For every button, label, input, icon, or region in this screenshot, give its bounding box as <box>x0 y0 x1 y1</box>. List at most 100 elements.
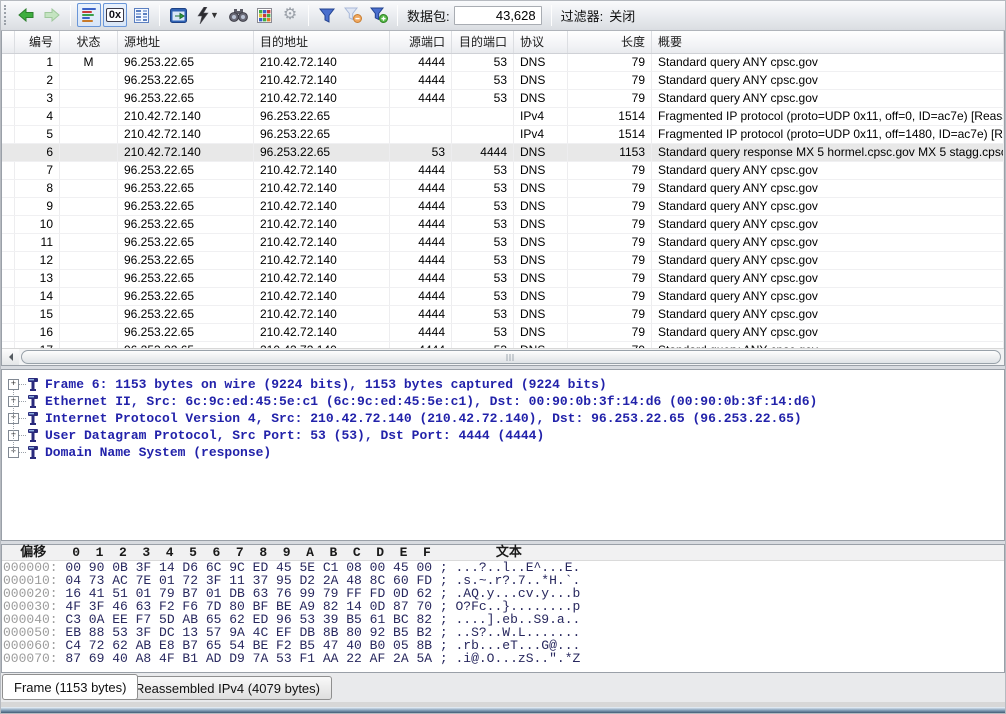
cell-status <box>60 180 118 198</box>
expand-plus-icon[interactable]: + <box>8 379 19 390</box>
cell-status: M <box>60 54 118 72</box>
hex-dump-pane: 偏移 0123456789ABCDEF文本 000000:00 90 0B 3F… <box>1 544 1005 673</box>
toolbar-separator <box>159 5 160 26</box>
tree-item[interactable]: + Domain Name System (response) <box>8 444 1004 461</box>
tree-item[interactable]: + Ethernet II, Src: 6c:9c:ed:45:5e:c1 (6… <box>8 393 1004 410</box>
column-header[interactable]: 源地址 <box>118 31 254 53</box>
tree-connector <box>19 418 26 419</box>
packet-row[interactable]: 1 M 96.253.22.65 210.42.72.140 4444 53 D… <box>2 54 1004 72</box>
tree-item-label: Ethernet II, Src: 6c:9c:ed:45:5e:c1 (6c:… <box>45 394 817 409</box>
packet-row[interactable]: 10 96.253.22.65 210.42.72.140 4444 53 DN… <box>2 216 1004 234</box>
hex-view-toggle[interactable]: 0x <box>103 3 127 27</box>
packet-row[interactable]: 2 96.253.22.65 210.42.72.140 4444 53 DNS… <box>2 72 1004 90</box>
cell-length: 79 <box>568 324 652 342</box>
hex-column-header: 0 <box>64 545 87 560</box>
cell-number: 16 <box>10 324 60 342</box>
coloring-rules-button[interactable] <box>252 3 276 27</box>
column-header[interactable]: 源端口 <box>390 31 452 53</box>
cell-source-port: 4444 <box>390 198 452 216</box>
tree-item[interactable]: + Frame 6: 1153 bytes on wire (9224 bits… <box>8 376 1004 393</box>
scroll-left-button[interactable] <box>2 349 19 365</box>
cell-protocol: DNS <box>514 144 568 162</box>
cell-protocol: DNS <box>514 72 568 90</box>
horizontal-scrollbar[interactable] <box>2 348 1004 365</box>
cell-source-port: 4444 <box>390 252 452 270</box>
tab-frame[interactable]: Frame (1153 bytes) <box>2 674 138 700</box>
hex-view-icon: 0x <box>106 8 124 22</box>
cell-destination-address: 210.42.72.140 <box>254 162 390 180</box>
cell-status <box>60 216 118 234</box>
filter-apply-button[interactable] <box>315 3 339 27</box>
tree-item[interactable]: + User Datagram Protocol, Src Port: 53 (… <box>8 427 1004 444</box>
packet-row[interactable]: 7 96.253.22.65 210.42.72.140 4444 53 DNS… <box>2 162 1004 180</box>
send-to-window-button[interactable] <box>166 3 190 27</box>
packet-row[interactable]: 5 210.42.72.140 96.253.22.65 IPv4 1514 F… <box>2 126 1004 144</box>
packet-row[interactable]: 9 96.253.22.65 210.42.72.140 4444 53 DNS… <box>2 198 1004 216</box>
packet-row[interactable]: 3 96.253.22.65 210.42.72.140 4444 53 DNS… <box>2 90 1004 108</box>
cell-source-address: 96.253.22.65 <box>118 270 254 288</box>
packet-row[interactable]: 15 96.253.22.65 210.42.72.140 4444 53 DN… <box>2 306 1004 324</box>
toolbar-grip-handle[interactable] <box>4 5 8 25</box>
cell-source-port: 4444 <box>390 288 452 306</box>
color-grid-icon <box>257 8 272 23</box>
cell-number: 3 <box>10 90 60 108</box>
packet-list-view-toggle[interactable] <box>77 3 101 27</box>
cell-destination-port: 53 <box>452 90 514 108</box>
column-header[interactable]: 概要 <box>652 31 1004 53</box>
cell-destination-address: 210.42.72.140 <box>254 198 390 216</box>
cell-protocol: DNS <box>514 54 568 72</box>
column-header[interactable]: 目的地址 <box>254 31 390 53</box>
column-header[interactable]: 协议 <box>514 31 568 53</box>
tree-item[interactable]: + Internet Protocol Version 4, Src: 210.… <box>8 410 1004 427</box>
cell-summary: Standard query ANY cpsc.gov <box>652 54 1004 72</box>
cell-protocol: DNS <box>514 180 568 198</box>
cell-protocol: DNS <box>514 198 568 216</box>
analyze-button[interactable]: ▼ <box>192 3 224 27</box>
packet-row[interactable]: 16 96.253.22.65 210.42.72.140 4444 53 DN… <box>2 324 1004 342</box>
cell-destination-port: 53 <box>452 216 514 234</box>
filter-add-funnel-icon <box>370 7 388 23</box>
scrollbar-thumb[interactable] <box>21 350 1001 364</box>
tree-item-label: User Datagram Protocol, Src Port: 53 (53… <box>45 428 544 443</box>
packet-row[interactable]: 8 96.253.22.65 210.42.72.140 4444 53 DNS… <box>2 180 1004 198</box>
cell-destination-port: 53 <box>452 306 514 324</box>
packet-row[interactable]: 6 210.42.72.140 96.253.22.65 53 4444 DNS… <box>2 144 1004 162</box>
back-button[interactable] <box>14 3 38 27</box>
cell-destination-port <box>452 108 514 126</box>
packet-row[interactable]: 13 96.253.22.65 210.42.72.140 4444 53 DN… <box>2 270 1004 288</box>
cell-protocol: DNS <box>514 90 568 108</box>
column-header[interactable]: 长度 <box>568 31 652 53</box>
scroll-left-arrow-icon <box>8 353 14 361</box>
cell-status <box>60 162 118 180</box>
cell-summary: Standard query ANY cpsc.gov <box>652 72 1004 90</box>
cell-source-port: 4444 <box>390 54 452 72</box>
packet-row[interactable]: 12 96.253.22.65 210.42.72.140 4444 53 DN… <box>2 252 1004 270</box>
cell-number: 5 <box>10 126 60 144</box>
cell-length: 79 <box>568 54 652 72</box>
hex-column-header: 4 <box>158 545 181 560</box>
find-button[interactable] <box>226 3 250 27</box>
column-header[interactable]: 目的端口 <box>452 31 514 53</box>
tree-connector <box>19 452 26 453</box>
packet-count-field[interactable] <box>454 6 542 25</box>
settings-button[interactable]: ⚙ <box>278 3 302 27</box>
ascii-column-label: 文本 <box>439 545 579 560</box>
tab-label: Reassembled IPv4 (4079 bytes) <box>135 681 320 696</box>
hex-row[interactable]: 000070:87 69 40 A8 4F B1 AD D9 7A 53 F1 … <box>2 652 1004 665</box>
column-header[interactable]: 编号 <box>10 31 60 53</box>
column-header[interactable]: 状态 <box>60 31 118 53</box>
filter-remove-button[interactable] <box>341 3 365 27</box>
cell-protocol: DNS <box>514 288 568 306</box>
packet-row[interactable]: 4 210.42.72.140 96.253.22.65 IPv4 1514 F… <box>2 108 1004 126</box>
filter-add-button[interactable] <box>367 3 391 27</box>
detail-view-toggle[interactable] <box>129 3 153 27</box>
cell-length: 79 <box>568 216 652 234</box>
forward-button[interactable] <box>40 3 64 27</box>
cell-source-address: 96.253.22.65 <box>118 54 254 72</box>
packet-row[interactable]: 11 96.253.22.65 210.42.72.140 4444 53 DN… <box>2 234 1004 252</box>
toolbar: 0x ▼ <box>0 0 1006 31</box>
cell-summary: Fragmented IP protocol (proto=UDP 0x11, … <box>652 108 1004 126</box>
cell-destination-port: 4444 <box>452 144 514 162</box>
tab-reassembled-ipv4[interactable]: Reassembled IPv4 (4079 bytes) <box>123 676 332 700</box>
packet-row[interactable]: 14 96.253.22.65 210.42.72.140 4444 53 DN… <box>2 288 1004 306</box>
